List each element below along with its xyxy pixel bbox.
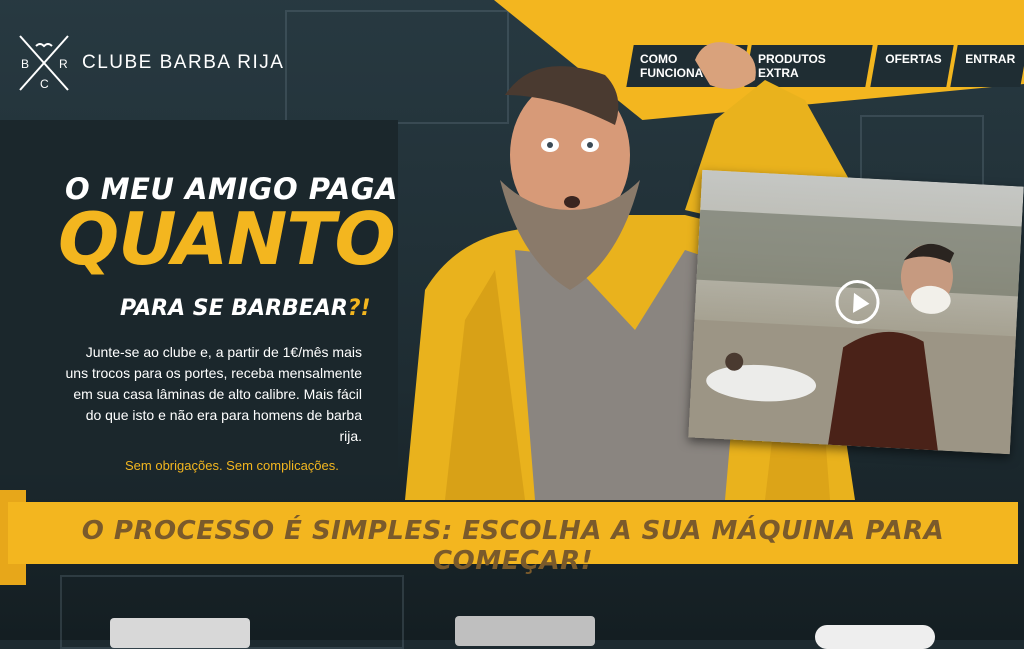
- hero-line-3: PARA SE BARBEAR?!: [120, 296, 371, 321]
- logo-mark-icon: B R C: [18, 34, 70, 92]
- hero-body-text: Junte-se ao clube e, a partir de 1€/mês …: [65, 344, 363, 444]
- hero-line-3-text: PARA SE BARBEAR: [120, 296, 348, 321]
- brand-name: CLUBE BARBA RIJA: [82, 52, 285, 73]
- nav-label: ENTRAR: [965, 52, 1016, 66]
- cta-band-text: O PROCESSO É SIMPLES: ESCOLHA A SUA MÁQU…: [81, 516, 945, 576]
- hero-tagline: Sem obrigações. Sem complicações.: [125, 458, 339, 473]
- video-thumbnail[interactable]: [688, 169, 1024, 455]
- nav-ofertas[interactable]: OFERTAS: [869, 45, 954, 87]
- hero-line-3-punct: ?!: [347, 296, 371, 321]
- razor-product-3[interactable]: [815, 625, 935, 649]
- logo-letter-r: R: [59, 57, 68, 71]
- brand-logo[interactable]: B R C CLUBE BARBA RIJA: [18, 34, 284, 92]
- logo-letter-c: C: [40, 77, 49, 91]
- nav-label: OFERTAS: [884, 52, 942, 66]
- hero-line-2: QUANTO: [58, 197, 396, 281]
- razor-product-2[interactable]: [455, 616, 595, 646]
- cta-band: O PROCESSO É SIMPLES: ESCOLHA A SUA MÁQU…: [8, 502, 1018, 576]
- razor-product-1[interactable]: [110, 618, 250, 648]
- nav-entrar[interactable]: ENTRAR: [950, 45, 1024, 87]
- logo-letter-b: B: [21, 57, 29, 71]
